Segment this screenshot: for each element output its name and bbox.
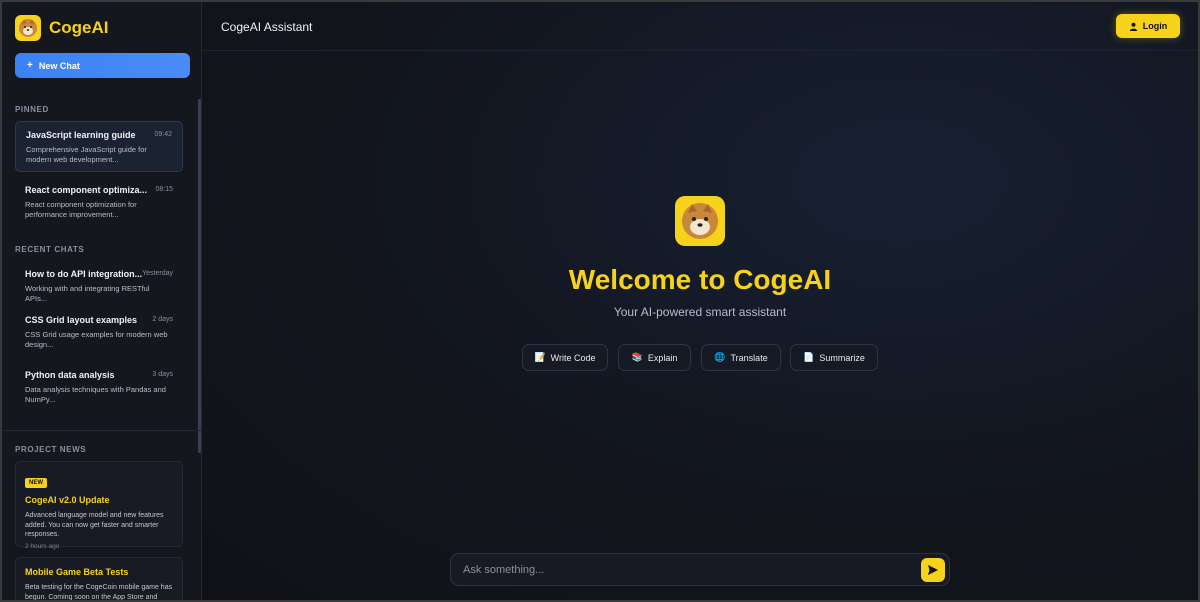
translate-button[interactable]: 🌐 Translate [701,344,781,371]
page-title: CogeAI Assistant [221,20,313,34]
quick-action-label: Write Code [550,352,596,363]
send-icon [928,565,938,575]
chat-time: 09:42 [154,131,172,138]
app-window: CogeAI + New Chat PINNED JavaScript lear… [2,2,1198,600]
quick-action-label: Summarize [819,352,865,363]
login-label: Login [1142,21,1168,31]
chat-item-api-integration[interactable]: How to do API integration... Yesterday W… [15,261,183,312]
chat-desc: CSS Grid usage examples for modern web d… [25,330,168,349]
news-time: 2 hours ago [25,542,60,550]
quick-action-label: Explain [647,352,678,363]
message-input[interactable] [463,554,903,585]
welcome-heading: Welcome to CogeAI [568,264,832,295]
pinned-section-label: PINNED [15,105,49,114]
news-desc: Beta testing for the CogeCoin mobile gam… [25,584,173,600]
sidebar-scrollbar[interactable] [198,99,201,453]
welcome-tagline: Your AI-powered smart assistant [613,305,787,319]
chat-item-css-grid[interactable]: CSS Grid layout examples 2 days CSS Grid… [15,307,183,358]
write-code-button[interactable]: 📝 Write Code [522,344,608,371]
summarize-button[interactable]: 📄 Summarize [790,344,878,371]
document-icon: 📄 [803,352,815,362]
topbar: CogeAI Assistant Login [202,2,1198,51]
sidebar-divider [2,430,201,431]
chat-item-react-optimization[interactable]: React component optimiza... 08:15 React … [15,177,183,228]
news-title: CogeAI v2.0 Update [25,495,110,505]
chat-time: 3 days [152,371,173,378]
chat-time: Yesterday [142,270,173,277]
news-title: Mobile Game Beta Tests [25,567,129,577]
brand-name: CogeAI [49,18,109,37]
chat-desc: React component optimization for perform… [25,200,137,219]
brand[interactable]: CogeAI [15,15,109,41]
news-section-label: PROJECT NEWS [15,445,87,454]
chat-desc: Comprehensive JavaScript guide for moder… [26,145,147,164]
chat-item-python-analysis[interactable]: Python data analysis 3 days Data analysi… [15,362,183,413]
quick-action-label: Translate [730,352,768,363]
chat-title: Python data analysis [25,370,115,380]
chat-title: React component optimiza... [25,185,147,195]
chat-time: 08:15 [155,186,173,193]
explain-button[interactable]: 📚 Explain [618,344,691,371]
globe-icon: 🌐 [714,352,726,362]
chat-title: JavaScript learning guide [26,130,136,140]
new-chat-button[interactable]: + New Chat [15,53,190,78]
chat-title: How to do API integration... [25,269,143,279]
chat-time: 2 days [152,316,173,323]
sidebar: CogeAI + New Chat PINNED JavaScript lear… [2,2,202,600]
new-badge: NEW [25,478,47,488]
send-button[interactable] [921,558,945,582]
new-chat-label: New Chat [38,60,80,71]
chat-desc: Data analysis techniques with Pandas and… [25,385,166,404]
code-icon: 📝 [534,352,546,362]
user-icon [1129,22,1137,31]
main-panel: CogeAI Assistant Login Welcome to CogeAI [202,2,1198,600]
shiba-logo-icon [675,196,725,246]
news-desc: Advanced language model and new features… [25,512,164,538]
news-card-mobile-beta[interactable]: Mobile Game Beta Tests Beta testing for … [15,557,183,600]
recent-section-label: RECENT CHATS [15,245,85,254]
news-card-v2-update[interactable]: NEW CogeAI v2.0 Update Advanced language… [15,461,183,550]
chat-desc: Working with and integrating RESTful API… [25,284,150,303]
chat-item-javascript-guide[interactable]: JavaScript learning guide 09:42 Comprehe… [15,121,183,172]
login-button[interactable]: Login [1116,14,1180,38]
chat-title: CSS Grid layout examples [25,315,138,325]
plus-icon: + [27,60,33,71]
shiba-logo-icon [15,15,41,41]
message-composer [450,553,950,586]
book-icon: 📚 [631,352,643,362]
